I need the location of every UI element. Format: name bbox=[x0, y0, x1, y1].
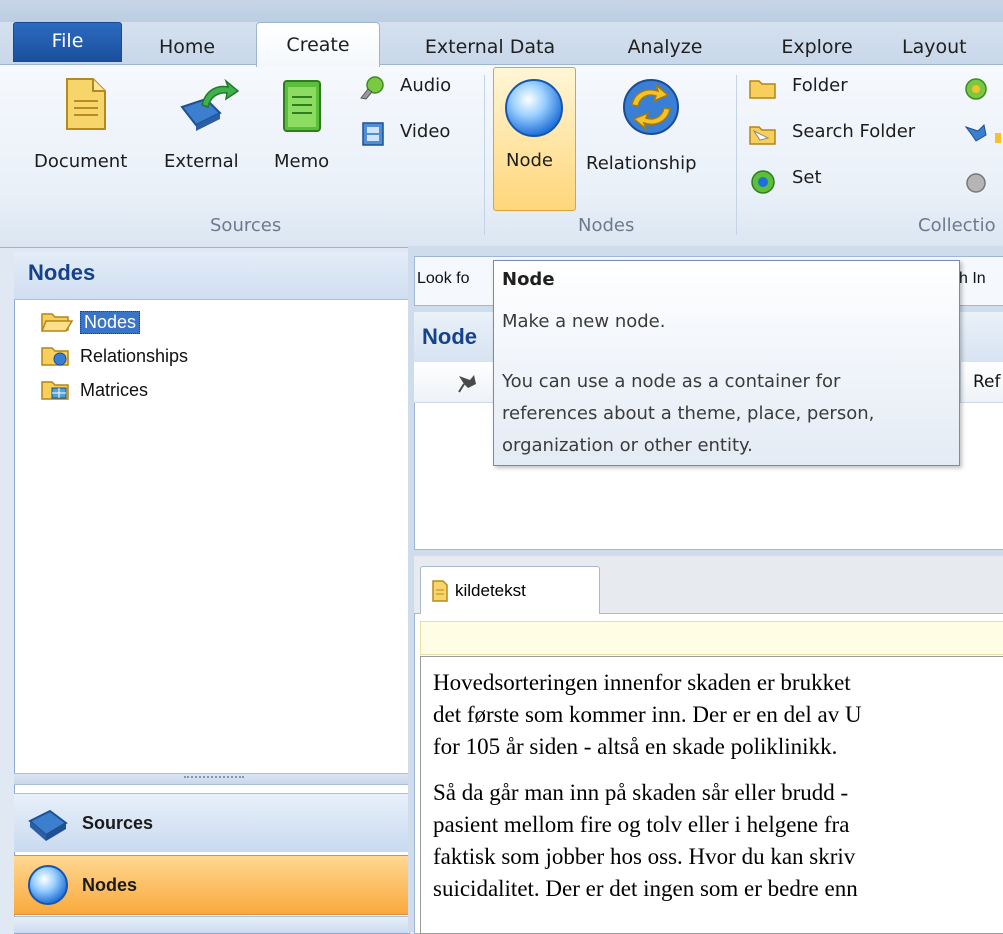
navigation-pane-header: Nodes bbox=[14, 252, 408, 300]
tree-item-label: Nodes bbox=[80, 310, 141, 334]
text-line: for 105 år siden - altså en skade polikl… bbox=[433, 734, 838, 759]
pin-icon[interactable] bbox=[962, 121, 1003, 147]
tab-create[interactable]: Create bbox=[256, 22, 380, 67]
document-tab-label: kildetekst bbox=[455, 580, 526, 600]
list-view-title: Node bbox=[422, 324, 477, 349]
search-folder-button[interactable]: Search Folder bbox=[748, 121, 948, 151]
tree-item-relationships[interactable]: Relationships bbox=[40, 342, 188, 370]
nav-button-nodes[interactable]: Nodes bbox=[14, 855, 408, 915]
text-line: suicidalitet. Der er det ingen som er be… bbox=[433, 876, 858, 901]
tab-layout[interactable]: Layout bbox=[902, 32, 1003, 62]
nodes-group-label: Nodes bbox=[578, 215, 635, 236]
matrices-folder-icon bbox=[41, 381, 69, 400]
audio-icon bbox=[360, 76, 384, 100]
nav-button-sources[interactable]: Sources bbox=[14, 793, 408, 852]
memo-icon bbox=[283, 80, 321, 132]
tab-explore[interactable]: Explore bbox=[752, 32, 882, 62]
tooltip-text: You can use a node as a container for bbox=[502, 371, 841, 392]
video-button[interactable]: Video bbox=[358, 119, 468, 149]
node-button[interactable]: Node bbox=[493, 67, 576, 211]
splitter-grip bbox=[184, 776, 244, 781]
audio-label: Audio bbox=[400, 75, 452, 96]
sources-icon bbox=[28, 809, 68, 841]
external-button[interactable]: External bbox=[160, 71, 260, 191]
tooltip-text: Make a new node. bbox=[502, 311, 666, 332]
title-strip bbox=[0, 0, 1003, 22]
external-icon bbox=[180, 78, 240, 131]
grey-node-icon[interactable] bbox=[962, 169, 990, 195]
relationship-icon bbox=[623, 79, 679, 135]
tooltip-text: references about a theme, place, person, bbox=[502, 403, 875, 424]
navigation-pane-title: Nodes bbox=[28, 260, 96, 285]
collection-icon[interactable] bbox=[962, 75, 990, 101]
document-info-bar bbox=[420, 621, 1003, 655]
document-button[interactable]: Document bbox=[30, 71, 145, 191]
nav-button-label: Nodes bbox=[82, 874, 138, 895]
relationship-button[interactable]: Relationship bbox=[584, 71, 718, 201]
tab-external-data[interactable]: External Data bbox=[400, 32, 580, 62]
document-icon bbox=[432, 579, 448, 602]
search-folder-label: Search Folder bbox=[792, 121, 916, 142]
look-for-label: Look fo bbox=[417, 270, 470, 287]
nav-button-next[interactable] bbox=[14, 916, 408, 933]
relationships-folder-icon bbox=[41, 347, 69, 366]
sources-group-label: Sources bbox=[210, 215, 282, 236]
folder-icon bbox=[749, 80, 776, 99]
nav-button-label: Sources bbox=[82, 812, 154, 833]
audio-button[interactable]: Audio bbox=[358, 73, 468, 103]
tree-item-label: Relationships bbox=[80, 345, 189, 366]
text-line: Så da går man inn på skaden sår eller br… bbox=[433, 780, 849, 805]
set-label: Set bbox=[792, 167, 822, 188]
tooltip-text: organization or other entity. bbox=[502, 435, 753, 456]
node-tooltip: Node Make a new node. You can use a node… bbox=[493, 260, 960, 466]
tab-analyze[interactable]: Analyze bbox=[600, 32, 730, 62]
document-text[interactable]: Hovedsorteringen innenfor skaden er bruk… bbox=[420, 656, 1003, 934]
nodes-icon bbox=[28, 865, 68, 905]
search-folder-icon bbox=[749, 126, 776, 145]
text-line: pasient mellom fire og tolv eller i helg… bbox=[433, 812, 850, 837]
document-tab-kildetekst[interactable]: kildetekst bbox=[420, 566, 600, 614]
video-icon bbox=[362, 122, 384, 146]
tree-item-matrices[interactable]: Matrices bbox=[40, 376, 148, 404]
node-icon bbox=[505, 79, 563, 137]
external-label: External bbox=[164, 151, 239, 172]
ribbon: Document External Memo Audio Video Sourc… bbox=[0, 64, 1003, 248]
document-label: Document bbox=[34, 151, 128, 172]
tab-home[interactable]: Home bbox=[142, 32, 232, 62]
tab-file[interactable]: File bbox=[13, 22, 122, 62]
folder-open-icon bbox=[40, 313, 74, 332]
tree-item-nodes[interactable]: Nodes bbox=[40, 308, 141, 336]
document-icon bbox=[66, 78, 106, 130]
node-label: Node bbox=[506, 150, 553, 171]
group-separator bbox=[736, 75, 737, 235]
memo-button[interactable]: Memo bbox=[270, 71, 350, 191]
column-header-references[interactable]: Ref bbox=[960, 362, 1003, 402]
set-button[interactable]: Set bbox=[748, 167, 948, 197]
tooltip-title: Node bbox=[502, 269, 555, 290]
tree-item-label: Matrices bbox=[80, 379, 149, 400]
pin-icon[interactable] bbox=[456, 372, 480, 394]
relationship-label: Relationship bbox=[586, 153, 697, 174]
group-separator bbox=[484, 75, 485, 235]
set-icon bbox=[751, 170, 775, 194]
text-line: faktisk som jobber hos oss. Hvor du kan … bbox=[433, 844, 856, 869]
video-label: Video bbox=[400, 121, 451, 142]
column-header-label: Ref bbox=[973, 372, 1001, 392]
memo-label: Memo bbox=[274, 151, 330, 172]
text-line: det første som kommer inn. Der er en del… bbox=[433, 702, 862, 727]
folder-label: Folder bbox=[792, 75, 848, 96]
folder-button[interactable]: Folder bbox=[748, 75, 948, 105]
pane-splitter[interactable] bbox=[14, 773, 408, 785]
text-line: Hovedsorteringen innenfor skaden er bruk… bbox=[433, 670, 851, 695]
collections-group-label: Collectio bbox=[918, 215, 996, 236]
